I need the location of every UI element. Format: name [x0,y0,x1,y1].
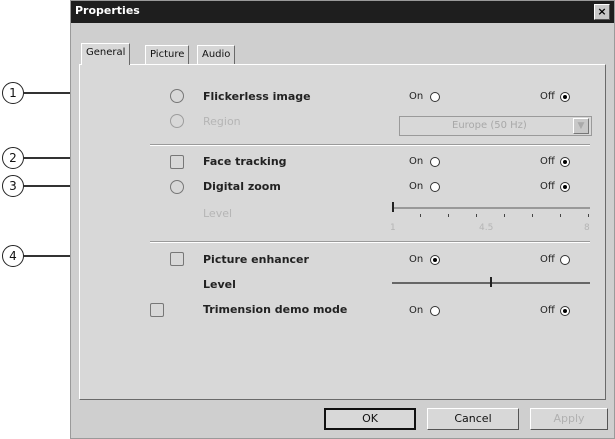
zoom-tick-max: 8 [584,223,590,233]
globe-icon [170,114,184,128]
callout-2: 2 [2,147,136,169]
flickerless-off-radio[interactable] [560,92,570,102]
trimension-off-radio[interactable] [560,306,570,316]
tab-general[interactable]: General [81,43,131,65]
zoom-level-slider[interactable] [392,207,590,209]
callout-number: 2 [2,147,24,169]
zoom-tick-min: 1 [390,223,396,233]
tick-mark [588,214,589,217]
enhancer-icon [170,252,184,266]
tick-mark [420,214,421,217]
trimension-icon [150,303,164,317]
close-button[interactable]: × [594,4,610,20]
callout-number: 3 [2,175,24,197]
enhancer-level-label: Level [203,278,236,291]
face-icon [170,155,184,169]
general-panel: Flickerless image On Off Region Europe (… [79,64,606,400]
cancel-button[interactable]: Cancel [427,408,519,430]
trimension-label: Trimension demo mode [203,303,348,316]
flickerless-label: Flickerless image [203,90,311,103]
picture-enhancer-off-radio[interactable] [560,255,570,265]
face-tracking-on-radio[interactable] [430,157,440,167]
tab-audio[interactable]: Audio [197,45,236,64]
flicker-icon [170,89,184,103]
tick-mark [560,214,561,217]
enhancer-level-thumb[interactable] [490,277,492,287]
flickerless-on-radio[interactable] [430,92,440,102]
picture-enhancer-on-radio[interactable] [430,255,440,265]
region-label: Region [203,115,241,128]
callout-4: 4 [2,245,136,267]
flickerless-on-label: On [409,91,424,102]
window-title: Properties [75,4,140,17]
flickerless-off-label: Off [540,91,555,102]
zoom-level-thumb[interactable] [392,202,394,212]
magnifier-icon [170,180,184,194]
region-value: Europe (50 Hz) [452,120,527,131]
picture-enhancer-off-label: Off [540,254,555,265]
zoom-level-label: Level [203,207,233,220]
properties-window: Properties × General Picture Audio Flick… [70,0,615,439]
separator [150,144,590,146]
face-tracking-label: Face tracking [203,155,287,168]
chevron-down-icon[interactable]: ▼ [573,118,589,134]
trimension-on-radio[interactable] [430,306,440,316]
callout-3: 3 [2,175,136,197]
region-select[interactable]: Europe (50 Hz) ▼ [399,116,592,136]
face-tracking-on-label: On [409,156,424,167]
face-tracking-off-label: Off [540,156,555,167]
trimension-off-label: Off [540,305,555,316]
tick-mark [504,214,505,217]
digital-zoom-on-radio[interactable] [430,182,440,192]
ok-button[interactable]: OK [324,408,416,430]
title-bar[interactable]: Properties × [71,1,614,23]
apply-button[interactable]: Apply [530,408,608,430]
digital-zoom-on-label: On [409,181,424,192]
digital-zoom-label: Digital zoom [203,180,281,193]
picture-enhancer-label: Picture enhancer [203,253,309,266]
callout-number: 4 [2,245,24,267]
digital-zoom-off-radio[interactable] [560,182,570,192]
picture-enhancer-on-label: On [409,254,424,265]
tick-mark [448,214,449,217]
digital-zoom-off-label: Off [540,181,555,192]
trimension-on-label: On [409,305,424,316]
callout-number: 1 [2,82,24,104]
tab-picture[interactable]: Picture [145,45,190,64]
tick-mark [532,214,533,217]
separator [150,241,590,243]
face-tracking-off-radio[interactable] [560,157,570,167]
callout-1: 1 [2,82,136,104]
tick-mark [476,214,477,217]
zoom-tick-mid: 4.5 [479,223,494,233]
